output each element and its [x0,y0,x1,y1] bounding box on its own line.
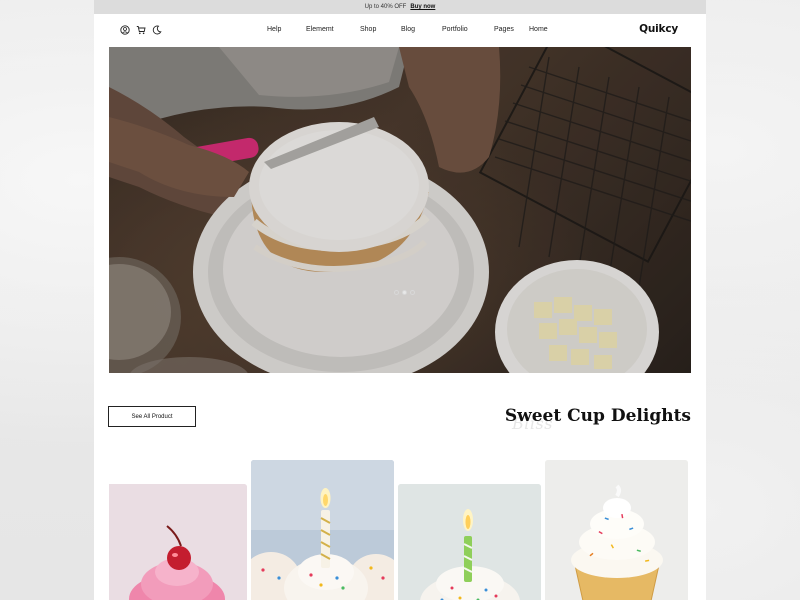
hero-cake-frosting-image [109,47,691,373]
product-card-1[interactable] [109,484,247,600]
nav-item-pages[interactable]: Pages [494,26,514,33]
hero-image-slider [109,47,691,373]
slider-dots [394,290,415,295]
nav-item-element[interactable]: Elememt [306,26,334,33]
section-title-part1: Sweet [504,406,568,426]
section-title-bold: Cup [567,406,605,426]
buy-now-link[interactable]: Buy now [410,4,435,10]
promo-bar: Up to 40% OFF Buy now [94,0,706,14]
nav-item-shop[interactable]: Shop [360,26,376,33]
slider-dot-2[interactable] [402,290,407,295]
site-logo[interactable]: Quikcy [639,23,678,35]
product-card-3[interactable] [398,484,541,600]
birthday-cupcakes-image [251,460,394,600]
site-header: Help Elememt Shop Blog Portfolio Pages H… [94,14,706,46]
section-title: Sweet Cup Delights [505,406,691,426]
nav-item-home[interactable]: Home [529,26,548,33]
section-title-part2: Delights [604,406,691,426]
nav-item-blog[interactable]: Blog [401,26,415,33]
slider-dot-1[interactable] [394,290,399,295]
page-container: Up to 40% OFF Buy now Help Elememt Shop … [94,0,706,600]
nav-item-help[interactable]: Help [267,26,281,33]
candle-cupcake-image [398,484,541,600]
product-card-2[interactable] [251,460,394,600]
product-card-4[interactable] [545,460,688,600]
see-all-product-button[interactable]: See All Product [108,406,196,427]
slider-dot-3[interactable] [410,290,415,295]
nav-item-portfolio[interactable]: Portfolio [442,26,468,33]
pink-cupcake-image [109,484,247,600]
main-nav: Help Elememt Shop Blog Portfolio Pages H… [94,14,706,46]
vanilla-cupcake-image [545,460,688,600]
promo-text: Up to 40% OFF [364,4,407,10]
